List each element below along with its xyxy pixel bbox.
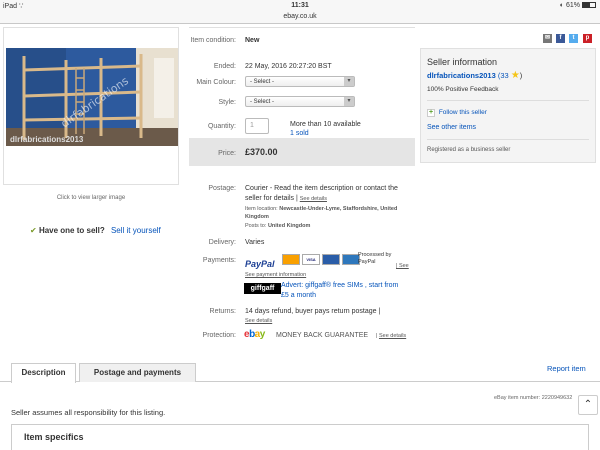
seller-name-row: dlrfabrications2013 (33 ★)	[427, 70, 523, 81]
pinterest-share-icon[interactable]: p	[583, 34, 592, 43]
sell-promo: ✔ Have one to sell? Sell it yourself	[30, 226, 161, 235]
delivery-value: Varies	[245, 239, 265, 246]
giffgaff-advert-link[interactable]: Advert: giffgaff® free SIMs , start from	[281, 281, 398, 290]
see-other-items-link[interactable]: See other items	[427, 124, 476, 131]
divider	[189, 27, 415, 28]
postage-text-line1: Courier - Read the item description or c…	[245, 185, 398, 192]
url-text: ebay.co.uk	[283, 13, 317, 20]
returns-label: Returns:	[209, 308, 236, 315]
delivery-label: Delivery:	[208, 239, 236, 246]
chevron-up-icon: ⌃	[583, 399, 593, 410]
battery-status: ◐ 61%	[560, 2, 596, 9]
protection-label: Protection:	[202, 332, 236, 339]
star-icon: ★	[510, 70, 520, 81]
postage-text-line2: seller for details | See details	[245, 195, 327, 202]
status-bar: iPad ∵ 11:31 ◐ 61%	[0, 0, 600, 12]
seller-info-box: Seller information dlrfabrications2013 (…	[420, 48, 596, 163]
follow-seller-link[interactable]: Follow this seller	[439, 109, 487, 116]
available-text: More than 10 available	[290, 121, 361, 128]
view-larger-hint: Click to view larger image	[56, 195, 126, 201]
style-label: Style:	[218, 99, 236, 106]
processed-by-paypal: Processed by PayPal	[358, 252, 392, 265]
see-payment-link-part[interactable]: | See	[396, 262, 409, 271]
seller-info-title: Seller information	[427, 57, 498, 67]
divider	[427, 139, 589, 140]
feedback-score[interactable]: 33	[500, 71, 508, 80]
sell-promo-text: Have one to sell?	[38, 226, 105, 235]
quantity-label: Quantity:	[207, 123, 236, 130]
ended-label: Ended:	[213, 63, 236, 70]
condition-value: New	[245, 37, 260, 44]
item-specifics-box: Item specifics	[11, 424, 589, 450]
scroll-to-top-button[interactable]: ⌃	[578, 395, 598, 415]
image-gallery[interactable]: dlrfabrications dlrfabrications2013	[3, 27, 179, 185]
tab-postage-and-payments[interactable]: Postage and payments	[79, 363, 196, 382]
maestro-icon	[322, 254, 340, 265]
mastercard-icon	[282, 254, 300, 265]
style-select-value: - Select -	[250, 99, 275, 105]
giffgaff-logo: giffgaff	[244, 283, 281, 294]
protection-see-details: | See details	[376, 333, 407, 339]
quantity-input[interactable]: 1	[245, 118, 269, 134]
positive-feedback: 100% Positive Feedback	[427, 86, 499, 93]
chevron-down-icon: ▾	[344, 97, 354, 106]
style-select[interactable]: - Select - ▾	[245, 96, 355, 107]
price-value: £370.00	[245, 147, 278, 157]
plus-icon: +	[427, 109, 435, 117]
colour-label: Main Colour:	[196, 79, 236, 86]
price-label: Price:	[218, 150, 236, 157]
ebay-logo: ebay	[244, 329, 265, 340]
item-specifics-title: Item specifics	[24, 432, 84, 442]
clock: 11:31	[291, 2, 309, 9]
returns-see-details-link[interactable]: See details	[245, 317, 272, 326]
item-number: eBay item number: 2220949632	[494, 395, 573, 401]
orientation-lock-icon: ◐	[559, 2, 565, 9]
business-seller-note: Registered as a business seller	[427, 147, 511, 153]
visa-icon: VISA	[302, 254, 320, 265]
sell-it-yourself-link[interactable]: Sell it yourself	[111, 226, 161, 235]
payments-label: Payments:	[202, 257, 236, 264]
returns-text: 14 days refund, buyer pays return postag…	[245, 308, 381, 315]
item-location: Item location: Newcastle-Under-Lyme, Sta…	[245, 206, 398, 220]
money-back-guarantee: MONEY BACK GUARANTEE	[276, 332, 369, 339]
tab-description[interactable]: Description	[11, 363, 76, 383]
postage-see-details-link[interactable]: See details	[300, 196, 327, 202]
giffgaff-advert-link-line2[interactable]: £5 a month	[281, 291, 316, 300]
facebook-share-icon[interactable]: f	[556, 34, 565, 43]
condition-label: Item condition:	[190, 37, 236, 44]
seller-name-link[interactable]: dlrfabrications2013	[427, 71, 496, 80]
colour-select-value: - Select -	[250, 79, 275, 85]
see-payment-information-link[interactable]: See payment information	[245, 271, 306, 280]
photo-watermark: dlrfabrications2013	[10, 135, 84, 144]
divider	[427, 100, 589, 101]
chevron-down-icon: ▾	[344, 77, 354, 86]
seller-responsibility: Seller assumes all responsibility for th…	[11, 408, 166, 417]
quantity-value: 1	[250, 122, 254, 129]
sold-link[interactable]: 1 sold	[290, 129, 309, 138]
battery-icon	[582, 2, 596, 8]
postage-label: Postage:	[208, 185, 236, 192]
posts-to: Posts to: United Kingdom	[245, 223, 311, 229]
email-share-icon[interactable]: ✉	[543, 34, 552, 43]
report-item-link[interactable]: Report item	[547, 364, 586, 373]
ended-value: 22 May, 2016 20:27:20 BST	[245, 63, 332, 70]
protection-see-details-link[interactable]: See details	[379, 333, 406, 339]
tag-icon: ✔	[30, 226, 37, 235]
twitter-share-icon[interactable]: t	[569, 34, 578, 43]
colour-select[interactable]: - Select - ▾	[245, 76, 355, 87]
paypal-logo: PayPal	[245, 259, 275, 269]
follow-row[interactable]: + Follow this seller	[427, 109, 487, 117]
product-photo[interactable]: dlrfabrications dlrfabrications2013	[6, 48, 178, 146]
address-bar[interactable]: ebay.co.uk	[0, 12, 600, 24]
